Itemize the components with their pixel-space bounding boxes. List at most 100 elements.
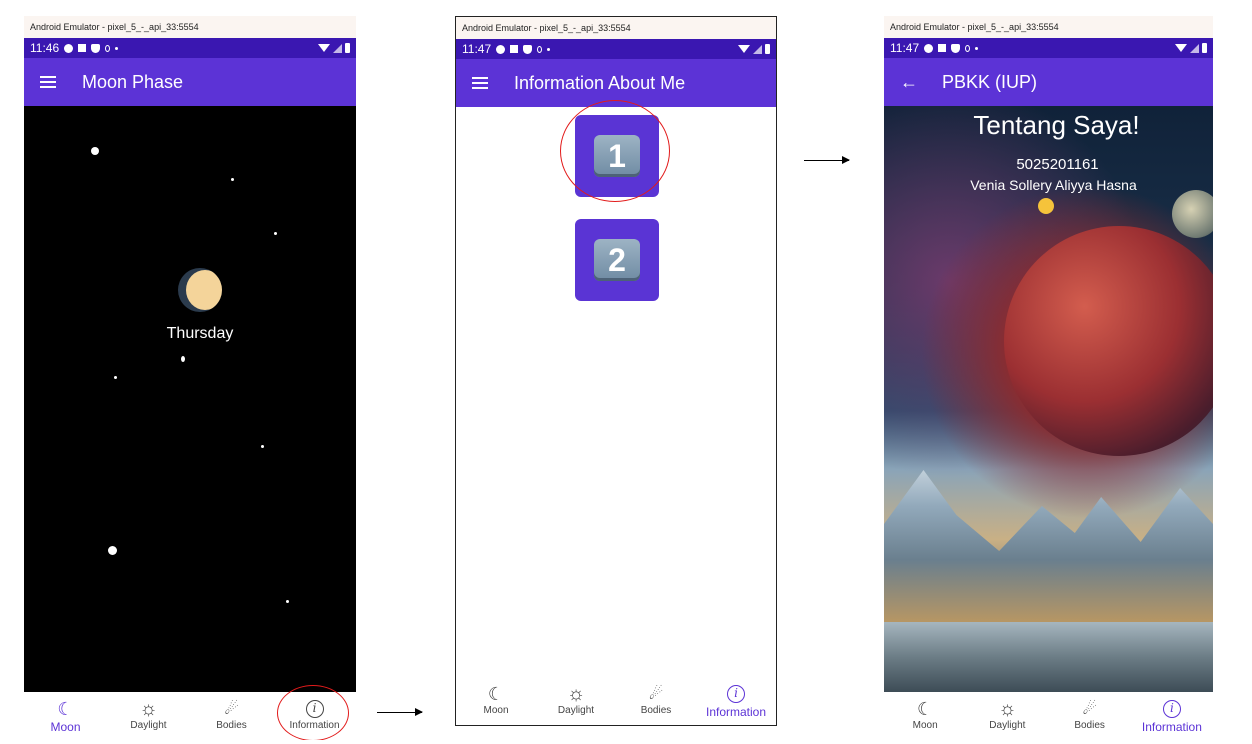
app-bar: ← PBKK (IUP) bbox=[884, 58, 1213, 106]
nav-daylight-label: Daylight bbox=[130, 720, 167, 731]
emulator-title: Android Emulator - pixel_5_-_api_33:5554 bbox=[24, 16, 356, 38]
star bbox=[114, 376, 117, 379]
day-label: Thursday bbox=[166, 325, 234, 342]
star bbox=[108, 546, 117, 555]
star bbox=[286, 600, 289, 603]
nav-bodies-label: Bodies bbox=[640, 705, 672, 716]
bottom-navigation: ☾ Moon ☼ Daylight ☄ Bodies i Information bbox=[884, 692, 1213, 740]
student-name: Venia Sollery Aliyya Hasna bbox=[970, 177, 1137, 193]
status-time: 11:47 bbox=[890, 41, 920, 55]
status-bar: 11:46 bbox=[24, 38, 356, 58]
emulator-title: Android Emulator - pixel_5_-_api_33:5554 bbox=[456, 17, 776, 39]
wifi-icon bbox=[318, 44, 330, 52]
settings-status-icon bbox=[496, 44, 506, 54]
app-bar: Moon Phase bbox=[24, 58, 356, 106]
bottom-navigation: ☾ Moon ☼ Daylight ☄ Bodies i Information bbox=[456, 677, 776, 725]
dot-status-icon bbox=[547, 47, 551, 51]
info-icon: i bbox=[727, 683, 745, 705]
flow-arrow bbox=[377, 708, 423, 716]
settings-status-icon bbox=[64, 43, 74, 53]
shield-status-icon bbox=[523, 44, 533, 54]
battery-icon bbox=[765, 44, 770, 54]
nav-daylight[interactable]: ☼ Daylight bbox=[107, 692, 190, 740]
star bbox=[261, 445, 264, 448]
star bbox=[181, 356, 185, 362]
emulator-title: Android Emulator - pixel_5_-_api_33:5554 bbox=[884, 16, 1213, 38]
nav-information[interactable]: i Information bbox=[696, 677, 776, 725]
nav-moon-label: Moon bbox=[912, 720, 938, 731]
space-background: Tentang Saya! 5025201161 Venia Sollery A… bbox=[884, 106, 1213, 692]
wink-emoji-icon bbox=[1038, 198, 1054, 214]
menu-icon[interactable] bbox=[40, 76, 56, 88]
menu-icon[interactable] bbox=[472, 77, 488, 89]
signal-icon bbox=[753, 44, 762, 54]
back-arrow-icon[interactable]: ← bbox=[900, 72, 918, 93]
star bbox=[274, 232, 277, 235]
comet-icon: ☄ bbox=[648, 686, 664, 703]
keycap-two-icon: 2 bbox=[594, 239, 640, 281]
status-bar: 11:47 bbox=[456, 39, 776, 59]
star bbox=[231, 178, 234, 181]
comet-icon: ☄ bbox=[1082, 701, 1097, 718]
nav-information[interactable]: i Information bbox=[273, 692, 356, 740]
about-heading: Tentang Saya! bbox=[973, 110, 1140, 140]
nav-bodies[interactable]: ☄ Bodies bbox=[616, 677, 696, 725]
moon-phase-image bbox=[178, 268, 222, 312]
nav-information[interactable]: i Information bbox=[1131, 692, 1213, 740]
mountains-image bbox=[884, 470, 1213, 632]
phone-screen-moon-phase: Android Emulator - pixel_5_-_api_33:5554… bbox=[24, 16, 356, 740]
nav-moon-label: Moon bbox=[483, 705, 509, 716]
planet-image bbox=[1004, 226, 1213, 456]
status-bar: 11:47 bbox=[884, 38, 1213, 58]
tile-button-1[interactable]: 1 bbox=[575, 115, 659, 197]
shield-status-icon bbox=[91, 43, 101, 53]
moon-icon: ☾ bbox=[917, 698, 934, 719]
moon-icon: ☾ bbox=[57, 698, 74, 719]
nav-daylight[interactable]: ☼ Daylight bbox=[536, 677, 616, 725]
bottom-navigation: ☾ Moon ☼ Daylight ☄ Bodies i Information bbox=[24, 692, 356, 740]
shield-status-icon bbox=[951, 43, 961, 53]
info-icon: i bbox=[1162, 698, 1181, 720]
settings-status-icon bbox=[924, 43, 934, 53]
app-bar-title: Moon Phase bbox=[82, 71, 184, 92]
dot-status-icon bbox=[115, 46, 119, 50]
night-sky: Thursday bbox=[24, 106, 356, 692]
small-moon-image bbox=[1172, 190, 1213, 238]
nav-moon[interactable]: ☾ Moon bbox=[456, 677, 536, 725]
tile-button-2[interactable]: 2 bbox=[575, 219, 659, 301]
sun-icon: ☼ bbox=[998, 697, 1017, 720]
battery-icon bbox=[1202, 43, 1207, 53]
nav-information-label: Information bbox=[1141, 720, 1202, 734]
nav-moon-label: Moon bbox=[50, 720, 81, 734]
nav-daylight[interactable]: ☼ Daylight bbox=[966, 692, 1048, 740]
star bbox=[91, 147, 99, 155]
sun-icon: ☼ bbox=[566, 682, 586, 705]
app-bar: Information About Me bbox=[456, 59, 776, 107]
nav-bodies[interactable]: ☄ Bodies bbox=[1049, 692, 1131, 740]
comet-icon: ☄ bbox=[224, 701, 239, 718]
student-id: 5025201161 bbox=[1016, 156, 1099, 173]
drop-status-icon bbox=[537, 45, 543, 53]
status-time: 11:46 bbox=[30, 41, 60, 55]
notification-status-icon bbox=[938, 44, 947, 52]
drop-status-icon bbox=[105, 44, 111, 52]
nav-information-label: Information bbox=[705, 705, 767, 719]
nav-bodies-label: Bodies bbox=[1074, 720, 1105, 731]
signal-icon bbox=[333, 43, 342, 53]
notification-status-icon bbox=[78, 44, 87, 52]
phone-screen-information: Android Emulator - pixel_5_-_api_33:5554… bbox=[455, 16, 777, 726]
wifi-icon bbox=[1175, 44, 1187, 52]
app-bar-title: PBKK (IUP) bbox=[942, 71, 1038, 92]
nav-information-label: Information bbox=[289, 720, 340, 731]
info-icon: i bbox=[305, 698, 324, 720]
nav-bodies[interactable]: ☄ Bodies bbox=[190, 692, 273, 740]
flow-arrow bbox=[804, 156, 850, 164]
nav-moon[interactable]: ☾ Moon bbox=[884, 692, 966, 740]
sun-icon: ☼ bbox=[139, 697, 158, 720]
phone-screen-about-me: Android Emulator - pixel_5_-_api_33:5554… bbox=[884, 16, 1213, 740]
app-bar-title: Information About Me bbox=[514, 72, 686, 93]
status-time: 11:47 bbox=[462, 42, 492, 56]
lake-image bbox=[884, 622, 1213, 692]
nav-moon[interactable]: ☾ Moon bbox=[24, 692, 107, 740]
signal-icon bbox=[1190, 43, 1199, 53]
